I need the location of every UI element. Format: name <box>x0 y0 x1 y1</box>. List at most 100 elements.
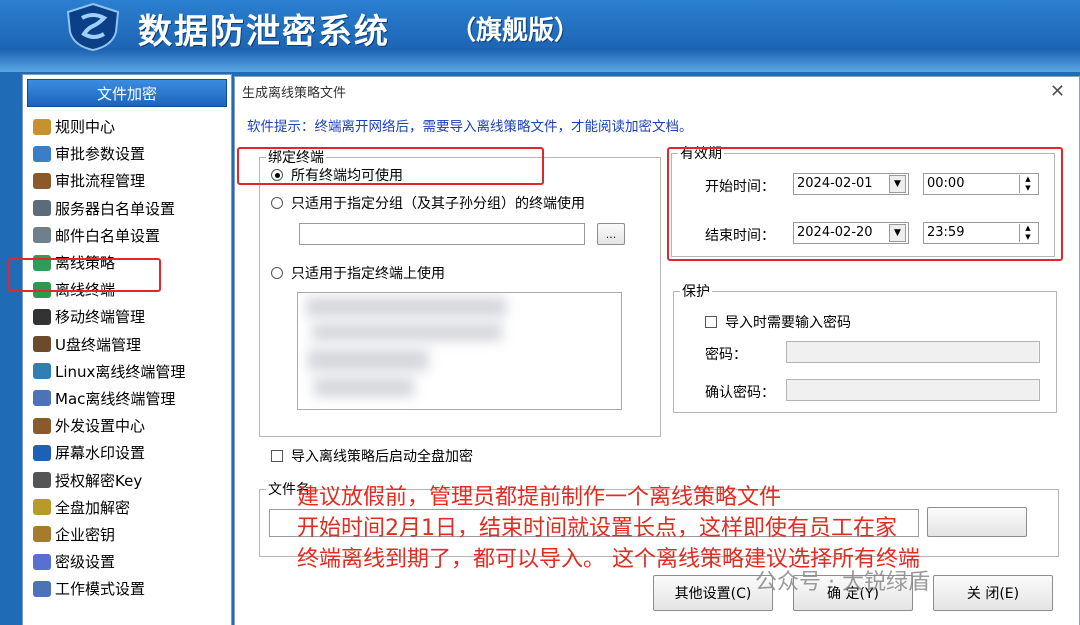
full-disk-label: 导入离线策略后启动全盘加密 <box>291 449 473 465</box>
key-icon <box>33 472 51 489</box>
sidebar-list: 规则中心审批参数设置 审批流程管理服务器白名单设置 邮件白名单设置 离线策略离线终端移… <box>23 113 231 602</box>
sidebar-item[interactable]: 授权解密Key <box>23 466 231 493</box>
app-edition: （旗舰版） <box>450 16 581 46</box>
sidebar-item[interactable]: Mac离线终端管理 <box>23 385 231 412</box>
spin-updown-icon[interactable]: ▲ ▼ <box>1019 224 1036 242</box>
sidebar-item[interactable]: 审批参数设置 <box>23 140 231 167</box>
sidebar-item[interactable]: 离线策略 <box>23 249 231 276</box>
sidebar: 文件加密 规则中心审批参数设置 审批流程管理服务器白名单设置 邮件白名单设置 离线策略… <box>22 74 232 625</box>
sidebar-item-label: 服务器白名单设置 <box>55 199 176 218</box>
group-input[interactable] <box>299 223 585 245</box>
annotation-line-2: 开始时间2月1日，结束时间就设置长点，这样即使有员工在家 <box>297 516 897 541</box>
sidebar-item[interactable]: 服务器白名单设置 <box>23 195 231 222</box>
need-password-checkbox[interactable]: 导入时需要输入密码 <box>705 312 851 332</box>
dropdown-arrow-icon[interactable]: ▼ <box>889 175 906 193</box>
approval-params-icon <box>33 145 51 162</box>
level-icon <box>33 553 51 570</box>
password-label: 密码： <box>705 347 747 363</box>
monitor-icon <box>33 390 51 407</box>
radio-all-terminals[interactable]: 所有终端均可使用 <box>271 165 403 185</box>
radio-all-label: 所有终端均可使用 <box>291 168 403 184</box>
sidebar-item[interactable]: 企业密钥 <box>23 521 231 548</box>
sidebar-item[interactable]: 屏幕水印设置 <box>23 439 231 466</box>
end-date-picker[interactable]: 2024-02-20 ▼ <box>793 222 909 244</box>
sidebar-item-label: 屏幕水印设置 <box>55 444 146 463</box>
sidebar-item-label: 审批参数设置 <box>55 145 146 164</box>
app-header: 数据防泄密系统 （旗舰版） <box>0 0 1080 72</box>
filename-browse-button[interactable] <box>927 507 1027 537</box>
sidebar-item-label: 工作模式设置 <box>55 580 146 599</box>
radio-group-terminals[interactable]: 只适用于指定分组（及其子孙分组）的终端使用 <box>271 193 585 213</box>
end-date-value: 2024-02-20 <box>797 225 873 240</box>
sidebar-item[interactable]: U盘终端管理 <box>23 331 231 358</box>
disk-icon <box>33 499 51 516</box>
sidebar-item-label: 外发设置中心 <box>55 417 146 436</box>
browse-button[interactable]: ... <box>597 223 625 245</box>
offline-policy-icon <box>33 254 51 271</box>
sidebar-item[interactable]: 离线终端 <box>23 276 231 303</box>
sidebar-item-label: 离线策略 <box>55 254 116 273</box>
end-time-value: 23:59 <box>927 225 965 240</box>
radio-specific-terminal[interactable]: 只适用于指定终端上使用 <box>271 263 445 283</box>
sidebar-item-label: Linux离线终端管理 <box>55 362 186 381</box>
sidebar-item-label: Mac离线终端管理 <box>55 389 176 408</box>
start-time-value: 00:00 <box>927 176 965 191</box>
sidebar-item[interactable]: 密级设置 <box>23 548 231 575</box>
screen-icon <box>33 444 51 461</box>
terminal-list-blurred[interactable] <box>297 292 622 410</box>
shield-logo-icon <box>66 2 120 52</box>
radio-dot <box>271 197 283 209</box>
confirm-password-label: 确认密码： <box>705 385 775 401</box>
lock-icon <box>33 526 51 543</box>
usb-icon <box>33 336 51 353</box>
bind-terminal-legend: 绑定终端 <box>268 150 324 166</box>
validity-legend: 有效期 <box>680 146 722 162</box>
radio-group-label: 只适用于指定分组（及其子孙分组）的终端使用 <box>291 196 585 212</box>
annotation-line-1: 建议放假前，管理员都提前制作一个离线策略文件 <box>297 485 782 510</box>
sidebar-item-label: U盘终端管理 <box>55 335 141 354</box>
dialog-title: 生成离线策略文件 <box>242 86 347 101</box>
start-time-input[interactable]: 00:00 ▲ ▼ <box>923 173 1039 195</box>
sidebar-item[interactable]: 审批流程管理 <box>23 167 231 194</box>
full-disk-checkbox[interactable]: 导入离线策略后启动全盘加密 <box>271 446 473 466</box>
checkbox-box <box>271 450 283 462</box>
sidebar-item-label: 移动终端管理 <box>55 308 146 327</box>
confirm-password-field[interactable] <box>786 379 1040 401</box>
sidebar-section-title[interactable]: 文件加密 <box>27 79 227 107</box>
checkbox-box <box>705 316 717 328</box>
watermark-text: 公众号 · 大锐绿盾 <box>755 570 930 595</box>
end-time-input[interactable]: 23:59 ▲ ▼ <box>923 222 1039 244</box>
check-shield-icon <box>33 281 51 298</box>
sidebar-item-label: 审批流程管理 <box>55 172 146 191</box>
sidebar-item-label: 离线终端 <box>55 281 116 300</box>
rules-icon <box>33 118 51 135</box>
end-time-label: 结束时间： <box>705 228 775 244</box>
close-button[interactable]: 关 闭(E) <box>933 575 1053 611</box>
sidebar-item[interactable]: 全盘加解密 <box>23 494 231 521</box>
gear-icon <box>33 172 51 189</box>
sidebar-item[interactable]: 移动终端管理 <box>23 303 231 330</box>
start-date-value: 2024-02-01 <box>797 176 873 191</box>
sidebar-item[interactable]: 规则中心 <box>23 113 231 140</box>
radio-dot <box>271 169 283 181</box>
sidebar-item[interactable]: 工作模式设置 <box>23 575 231 602</box>
gear-icon <box>33 417 51 434</box>
close-icon[interactable]: ✕ <box>1050 81 1065 102</box>
sidebar-item-label: 企业密钥 <box>55 525 116 544</box>
protect-legend: 保护 <box>682 284 710 300</box>
sidebar-item-label: 全盘加解密 <box>55 498 131 517</box>
sidebar-item[interactable]: 邮件白名单设置 <box>23 222 231 249</box>
mobile-icon <box>33 308 51 325</box>
sidebar-item-label: 授权解密Key <box>55 471 143 490</box>
offline-policy-dialog: 生成离线策略文件 ✕ 软件提示：终端离开网络后，需要导入离线策略文件，才能阅读加… <box>234 76 1080 625</box>
linux-icon <box>33 363 51 380</box>
password-field[interactable] <box>786 341 1040 363</box>
start-time-label: 开始时间： <box>705 179 775 195</box>
start-date-picker[interactable]: 2024-02-01 ▼ <box>793 173 909 195</box>
sidebar-item-label: 邮件白名单设置 <box>55 226 161 245</box>
spin-updown-icon[interactable]: ▲ ▼ <box>1019 175 1036 193</box>
sidebar-item[interactable]: 外发设置中心 <box>23 412 231 439</box>
sidebar-item[interactable]: Linux离线终端管理 <box>23 358 231 385</box>
dropdown-arrow-icon[interactable]: ▼ <box>889 224 906 242</box>
app-title: 数据防泄密系统 <box>138 12 390 52</box>
